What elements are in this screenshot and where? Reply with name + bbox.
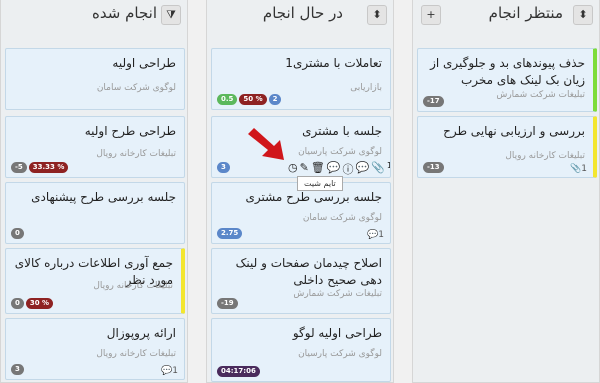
card-project: بازاریابی [350,83,382,93]
progress-badge: 30 % [25,298,54,309]
task-card[interactable]: حذف پیوندهای بد و جلوگیری از زیان بک لین… [417,48,597,112]
filter-button[interactable]: ⧩ [161,5,181,25]
progress-badge: 33.33 % [28,162,69,173]
edit-icon[interactable]: ✎ [300,161,309,177]
attachment-count: 1 [581,164,587,174]
card-title: جلسه با مشتری [302,124,382,138]
days-badge: 0 [11,228,24,239]
card-title: طراحی اولیه لوگو [292,326,382,340]
count-badge: 2.75 [217,228,243,239]
card-title: حذف پیوندهای بد و جلوگیری از زیان بک لین… [430,56,585,87]
card-title: طراحی اولیه [112,56,176,70]
task-card[interactable]: اصلاح چیدمان صفحات و لینک دهی صحیح داخلی… [211,248,391,314]
hours-badge: 0.5 [217,94,238,105]
task-card[interactable]: بررسی و ارزیابی نهایی طرح تبلیغات کارخان… [417,116,597,178]
comment-icon[interactable]: 💬 [356,161,370,177]
comment-count: 1 [378,230,384,240]
task-card[interactable]: ارائه پروپوزال تبلیغات کارخانه رویال 3 💬… [5,318,185,380]
progress-badge: 50 % [239,94,267,105]
card-project: تبلیغات شرکت شمارش [496,90,585,100]
card-project: تبلیغات کارخانه رویال [505,151,585,161]
task-card[interactable]: جلسه بررسی طرح پیشنهادی 0 [5,182,185,244]
timer-badge: 04:17:06 [217,366,260,377]
column-inprogress: در حال انجام ⬍ تعاملات با مشتری1 بازاریا… [206,0,394,383]
column-done-title: انجام شده [92,4,157,22]
task-card[interactable]: طراحی اولیه لوگو لوگوی شرکت پارسیان 04:1… [211,318,391,382]
card-project: لوگوی شرکت سامان [302,213,382,223]
card-title: اصلاح چیدمان صفحات و لینک دهی صحیح داخلی [235,256,382,287]
comment-icon: 💬 [161,366,173,376]
card-title: ارائه پروپوزال [106,326,176,340]
days-badge: -19 [217,298,238,309]
sort-button[interactable]: ⬍ [573,5,593,25]
card-project: تبلیغات شرکت شمارش [293,289,382,299]
task-card[interactable]: جمع آوری اطلاعات درباره کالای مورد نظر ت… [5,248,185,314]
card-project: تبلیغات کارخانه رویال [93,281,173,291]
count-badge: 3 [217,162,230,173]
card-project: لوگوی شرکت سامان [96,83,176,93]
days-badge: -5 [11,162,27,173]
task-card[interactable]: طراحی اولیه لوگوی شرکت سامان [5,48,185,110]
task-card[interactable]: جلسه با مشتری لوگوی شرکت پارسیان 3 ◷ ✎ 🗑… [211,116,391,178]
task-card[interactable]: طراحی طرح اولیه تبلیغات کارخانه رویال -5… [5,116,185,178]
comment-indicator[interactable]: 💬1 [161,366,178,376]
paperclip-icon[interactable]: 📎 [371,161,385,177]
days-badge: -17 [423,96,444,107]
comment-indicator[interactable]: 💬1 [367,230,384,240]
card-project: تبلیغات کارخانه رویال [96,349,176,359]
column-waiting-title: منتظر انجام [488,4,563,22]
column-waiting: منتظر انجام ⬍ + حذف پیوندهای بد و جلوگیر… [412,0,600,383]
comment-count: 1 [172,366,178,376]
info-icon[interactable]: ⓘ [343,161,354,177]
clock-icon[interactable]: ◷ [288,161,298,177]
paperclip-icon: 📎 [570,164,582,174]
column-done: انجام شده ⧩ طراحی اولیه لوگوی شرکت سامان… [0,0,188,383]
column-done-header: انجام شده ⧩ [1,0,187,34]
card-project: لوگوی شرکت پارسیان [298,349,382,359]
card-title: جلسه بررسی طرح مشتری [245,190,382,204]
trash-icon[interactable]: 🗑 [311,161,325,177]
comment-icon: 💬 [367,230,379,240]
card-title: جلسه بررسی طرح پیشنهادی [31,190,176,204]
card-project: لوگوی شرکت پارسیان [298,147,382,157]
card-title: بررسی و ارزیابی نهایی طرح [443,124,585,138]
attachment-count: 1 [387,161,390,177]
task-card[interactable]: تعاملات با مشتری1 بازاریابی 0.5 50 % 2 [211,48,391,110]
column-inprogress-title: در حال انجام [262,4,343,22]
pointer-arrow-icon [248,128,284,160]
card-title: تعاملات با مشتری1 [285,56,382,70]
attachment-indicator[interactable]: 📎1 [570,164,587,174]
count-badge: 2 [268,94,282,105]
card-toolbar: ◷ ✎ 🗑 💬 ⓘ 💬 📎 1 [288,161,390,177]
column-waiting-header: منتظر انجام ⬍ + [413,0,599,34]
card-project: تبلیغات کارخانه رویال [96,149,176,159]
comment-icon[interactable]: 💬 [327,161,341,177]
sort-button[interactable]: ⬍ [367,5,387,25]
days-badge: 3 [11,364,24,375]
add-card-button[interactable]: + [421,5,441,25]
timesheet-tooltip: تایم شیت [297,176,343,191]
task-card[interactable]: جلسه بررسی طرح مشتری لوگوی شرکت سامان 2.… [211,182,391,244]
days-badge: 0 [11,298,24,309]
days-badge: -13 [423,162,444,173]
card-title: طراحی طرح اولیه [84,124,176,138]
column-inprogress-header: در حال انجام ⬍ [207,0,393,34]
